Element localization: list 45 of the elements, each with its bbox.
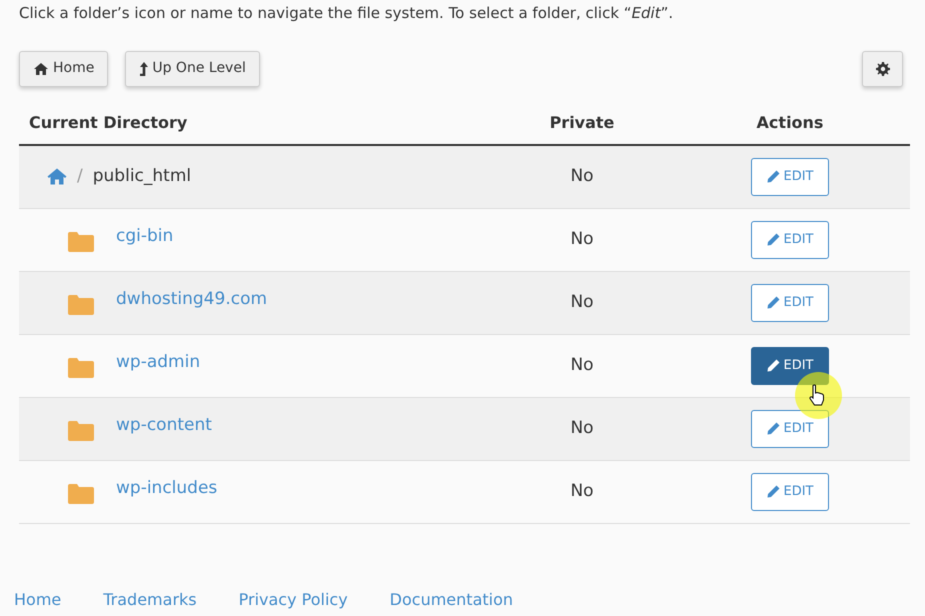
home-icon: [33, 62, 49, 76]
folder-link[interactable]: dwhosting49.com: [116, 286, 268, 312]
edit-button[interactable]: EDIT: [751, 220, 829, 258]
folder-icon[interactable]: [68, 294, 94, 314]
directory-name: public_html: [92, 164, 192, 188]
folder-icon[interactable]: [68, 420, 94, 440]
edit-button[interactable]: EDIT: [751, 158, 829, 196]
pencil-icon: [766, 422, 780, 435]
path-separator: /: [77, 164, 83, 188]
column-header: Actions: [756, 112, 824, 134]
pencil-icon: [766, 233, 780, 246]
edit-button[interactable]: EDIT: [751, 410, 829, 448]
edit-button[interactable]: EDIT: [751, 472, 829, 510]
home-button[interactable]: Home: [19, 50, 108, 86]
folder-icon[interactable]: [68, 358, 94, 378]
pencil-icon: [766, 296, 780, 309]
column-header: Current Directory: [28, 112, 188, 134]
folder-icon[interactable]: [68, 232, 94, 252]
footer-link[interactable]: Home: [14, 588, 62, 612]
column-header: Private: [548, 112, 616, 134]
settings-button[interactable]: [862, 50, 903, 86]
private-value: No: [569, 164, 595, 188]
edit-button[interactable]: EDIT: [751, 346, 829, 384]
pencil-icon: [766, 170, 780, 183]
instructions-text: Click a folder’s icon or name to navigate the file system. To select a folder, click “Edit”.: [18, 3, 674, 24]
private-value: No: [569, 354, 595, 377]
arrow-up-icon: [139, 60, 150, 76]
private-value: No: [569, 416, 595, 440]
private-value: No: [569, 228, 595, 251]
home-icon[interactable]: [47, 168, 67, 185]
edit-button[interactable]: EDIT: [751, 284, 829, 322]
footer-link[interactable]: Privacy Policy: [238, 588, 348, 612]
private-value: No: [569, 290, 595, 314]
up-one-level-button[interactable]: Up One Level: [125, 50, 260, 86]
folder-icon[interactable]: [68, 484, 94, 504]
folder-link[interactable]: wp-includes: [116, 476, 218, 502]
pencil-icon: [766, 359, 780, 372]
folder-link[interactable]: wp-admin: [116, 350, 200, 376]
footer-link[interactable]: Trademarks: [103, 588, 197, 612]
folder-link[interactable]: cgi-bin: [116, 224, 174, 250]
private-value: No: [569, 480, 595, 503]
settings-icon: [876, 62, 890, 76]
folder-link[interactable]: wp-content: [116, 412, 212, 438]
footer-link[interactable]: Documentation: [390, 588, 514, 612]
pencil-icon: [766, 485, 780, 498]
